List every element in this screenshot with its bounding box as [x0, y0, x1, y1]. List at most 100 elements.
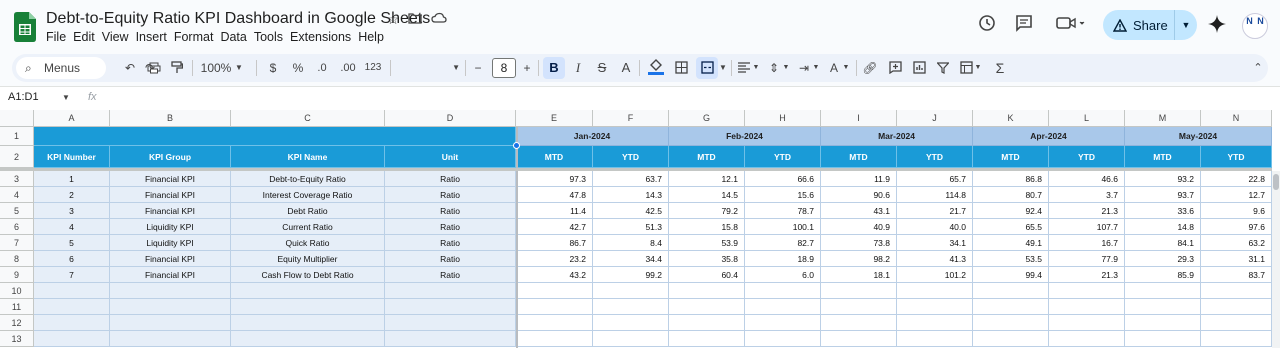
menu-edit[interactable]: Edit — [73, 30, 100, 44]
text-color-button[interactable]: A — [618, 54, 634, 82]
kpi-value-cell[interactable]: 53.9 — [669, 235, 745, 251]
empty-cell[interactable] — [110, 315, 231, 331]
kpi-unit-cell[interactable]: Ratio — [385, 171, 516, 187]
empty-cell[interactable] — [1049, 315, 1125, 331]
kpi-value-cell[interactable]: 41.3 — [897, 251, 973, 267]
period-subheader-cell[interactable]: MTD — [669, 146, 745, 168]
kpi-value-cell[interactable]: 18.9 — [745, 251, 821, 267]
period-subheader-cell[interactable]: YTD — [593, 146, 669, 168]
kpi-value-cell[interactable]: 35.8 — [669, 251, 745, 267]
name-box-dropdown-icon[interactable]: ▼ — [62, 93, 70, 102]
kpi-value-cell[interactable]: 6.0 — [745, 267, 821, 283]
kpi-value-cell[interactable]: 42.7 — [516, 219, 593, 235]
kpi-value-cell[interactable]: 47.8 — [516, 187, 593, 203]
number-format-button[interactable]: 123 — [363, 54, 383, 82]
empty-cell[interactable] — [516, 283, 593, 299]
kpi-value-cell[interactable]: 73.8 — [821, 235, 897, 251]
kpi-group-cell[interactable]: Financial KPI — [110, 203, 231, 219]
empty-cell[interactable] — [821, 283, 897, 299]
empty-cell[interactable] — [669, 315, 745, 331]
print-icon[interactable] — [146, 54, 162, 82]
empty-cell[interactable] — [1125, 299, 1201, 315]
frozen-row-divider[interactable] — [0, 168, 1272, 171]
menu-help[interactable]: Help — [358, 30, 389, 44]
cloud-status-icon[interactable] — [430, 11, 448, 27]
menu-format[interactable]: Format — [174, 30, 219, 44]
kpi-group-cell[interactable]: Financial KPI — [110, 187, 231, 203]
strikethrough-button[interactable]: S — [594, 54, 610, 82]
kpi-value-cell[interactable]: 83.7 — [1201, 267, 1272, 283]
empty-cell[interactable] — [593, 283, 669, 299]
kpi-value-cell[interactable]: 98.2 — [821, 251, 897, 267]
decrease-decimal-button[interactable]: .0 — [313, 54, 331, 82]
functions-icon[interactable]: Σ — [992, 54, 1008, 82]
kpi-value-cell[interactable]: 85.9 — [1125, 267, 1201, 283]
column-header-m[interactable]: M — [1125, 110, 1201, 127]
kpi-value-cell[interactable]: 65.7 — [897, 171, 973, 187]
empty-cell[interactable] — [973, 299, 1049, 315]
kpi-unit-cell[interactable]: Ratio — [385, 251, 516, 267]
kpi-value-cell[interactable]: 21.7 — [897, 203, 973, 219]
increase-font-size-button[interactable]: + — [520, 54, 534, 82]
empty-cell[interactable] — [669, 331, 745, 347]
kpi-value-cell[interactable]: 53.5 — [973, 251, 1049, 267]
kpi-value-cell[interactable]: 34.1 — [897, 235, 973, 251]
zoom-select[interactable]: 100% — [198, 54, 234, 82]
share-button[interactable]: Share ▼ — [1103, 10, 1197, 40]
empty-cell[interactable] — [973, 331, 1049, 347]
column-header-a[interactable]: A — [34, 110, 110, 127]
kpi-group-cell[interactable]: Liquidity KPI — [110, 235, 231, 251]
kpi-value-cell[interactable]: 79.2 — [669, 203, 745, 219]
collapse-toolbar-icon[interactable]: ⌃ — [1250, 54, 1266, 82]
kpi-value-cell[interactable]: 90.6 — [821, 187, 897, 203]
row-header-1[interactable]: 1 — [0, 127, 34, 146]
sheets-logo-icon[interactable] — [14, 12, 36, 42]
kpi-value-cell[interactable]: 22.8 — [1201, 171, 1272, 187]
row-header-8[interactable]: 8 — [0, 251, 34, 267]
star-icon[interactable]: ☆ — [384, 11, 402, 28]
empty-cell[interactable] — [593, 331, 669, 347]
kpi-value-cell[interactable]: 15.6 — [745, 187, 821, 203]
font-family-select[interactable]: ▼ — [396, 54, 460, 82]
empty-cell[interactable] — [516, 299, 593, 315]
empty-cell[interactable] — [593, 299, 669, 315]
kpi-value-cell[interactable]: 65.5 — [973, 219, 1049, 235]
empty-cell[interactable] — [745, 331, 821, 347]
row-header-11[interactable]: 11 — [0, 299, 34, 315]
kpi-value-cell[interactable]: 77.9 — [1049, 251, 1125, 267]
menu-tools[interactable]: Tools — [254, 30, 288, 44]
empty-cell[interactable] — [1125, 331, 1201, 347]
empty-cell[interactable] — [593, 315, 669, 331]
empty-cell[interactable] — [669, 283, 745, 299]
empty-cell[interactable] — [34, 331, 110, 347]
kpi-value-cell[interactable]: 86.7 — [516, 235, 593, 251]
decrease-font-size-button[interactable]: − — [471, 54, 485, 82]
borders-icon[interactable] — [673, 54, 689, 82]
row-header-13[interactable]: 13 — [0, 331, 34, 347]
kpi-value-cell[interactable]: 99.4 — [973, 267, 1049, 283]
column-header-c[interactable]: C — [231, 110, 385, 127]
empty-cell[interactable] — [1201, 299, 1272, 315]
valign-dropdown-icon[interactable]: ▼ — [782, 54, 790, 82]
row-header-5[interactable]: 5 — [0, 203, 34, 219]
menu-extensions[interactable]: Extensions — [290, 30, 356, 44]
title-band-cell[interactable] — [34, 127, 516, 146]
empty-cell[interactable] — [821, 315, 897, 331]
column-header-l[interactable]: L — [1049, 110, 1125, 127]
kpi-value-cell[interactable]: 101.2 — [897, 267, 973, 283]
move-folder-icon[interactable] — [406, 11, 424, 27]
row-header-2[interactable]: 2 — [0, 146, 34, 168]
kpi-value-cell[interactable]: 16.7 — [1049, 235, 1125, 251]
row-header-4[interactable]: 4 — [0, 187, 34, 203]
percent-format-button[interactable]: % — [291, 54, 305, 82]
zoom-dropdown-icon[interactable]: ▼ — [234, 54, 244, 82]
empty-cell[interactable] — [231, 331, 385, 347]
column-header-g[interactable]: G — [669, 110, 745, 127]
month-header-cell[interactable]: May-2024 — [1125, 127, 1272, 146]
column-header-i[interactable]: I — [821, 110, 897, 127]
vertical-scrollbar[interactable] — [1272, 171, 1280, 348]
kpi-value-cell[interactable]: 99.2 — [593, 267, 669, 283]
empty-cell[interactable] — [385, 283, 516, 299]
row-header-3[interactable]: 3 — [0, 171, 34, 187]
kpi-num-cell[interactable]: 7 — [34, 267, 110, 283]
